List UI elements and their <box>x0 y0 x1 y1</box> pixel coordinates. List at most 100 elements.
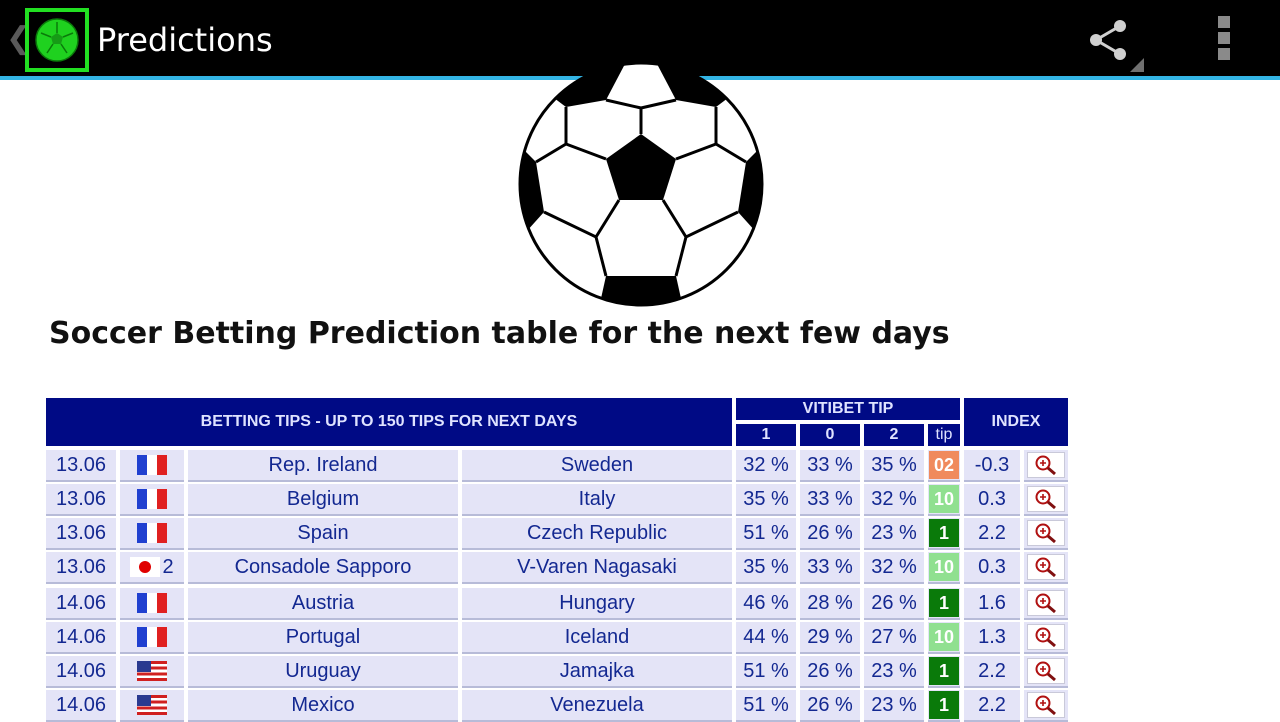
details-cell <box>1024 552 1068 584</box>
app-home-button[interactable] <box>25 8 89 72</box>
country-flag-cell: 2 <box>120 552 184 584</box>
magnifier-icon <box>1035 489 1056 510</box>
away-team: V-Varen Nagasaki <box>462 552 732 584</box>
flag-france-icon <box>137 627 167 647</box>
probability-home: 46 % <box>736 588 796 620</box>
country-flag-cell <box>120 518 184 550</box>
probability-home: 35 % <box>736 484 796 516</box>
probability-away: 23 % <box>864 690 924 722</box>
tip-badge: 1 <box>929 519 959 547</box>
soccer-ball-icon <box>35 18 79 62</box>
home-team: Uruguay <box>188 656 458 688</box>
flag-usa-icon <box>137 695 167 715</box>
home-team: Mexico <box>188 690 458 722</box>
index-value: 2.2 <box>964 656 1020 688</box>
probability-away: 23 % <box>864 518 924 550</box>
details-cell <box>1024 656 1068 688</box>
probability-home: 44 % <box>736 622 796 654</box>
probability-home: 32 % <box>736 450 796 482</box>
magnifier-icon <box>1035 593 1056 614</box>
header-index: INDEX <box>964 398 1068 446</box>
tip-badge: 10 <box>929 623 959 651</box>
tip-badge: 10 <box>929 553 959 581</box>
match-details-button[interactable] <box>1027 624 1065 650</box>
header-betting-tips: BETTING TIPS - UP TO 150 TIPS FOR NEXT D… <box>46 398 732 446</box>
tip-cell: 1 <box>928 588 960 620</box>
page-heading: Soccer Betting Prediction table for the … <box>49 316 950 351</box>
share-button[interactable] <box>1086 16 1146 74</box>
tip-cell: 10 <box>928 484 960 516</box>
details-cell <box>1024 588 1068 620</box>
flag-japan-icon <box>130 557 161 577</box>
probability-away: 26 % <box>864 588 924 620</box>
details-cell <box>1024 518 1068 550</box>
home-team: Austria <box>188 588 458 620</box>
probability-home: 51 % <box>736 690 796 722</box>
tip-cell: 1 <box>928 518 960 550</box>
home-team: Portugal <box>188 622 458 654</box>
index-value: 1.3 <box>964 622 1020 654</box>
probability-home: 51 % <box>736 518 796 550</box>
home-team: Consadole Sapporo <box>188 552 458 584</box>
home-team: Belgium <box>188 484 458 516</box>
overflow-menu-icon[interactable] <box>1216 16 1232 64</box>
index-value: 1.6 <box>964 588 1020 620</box>
header-col-1: 1 <box>736 424 796 446</box>
index-value: -0.3 <box>964 450 1020 482</box>
probability-away: 35 % <box>864 450 924 482</box>
probability-away: 32 % <box>864 552 924 584</box>
probability-draw: 33 % <box>800 450 860 482</box>
magnifier-icon <box>1035 455 1056 476</box>
away-team: Italy <box>462 484 732 516</box>
match-details-button[interactable] <box>1027 590 1065 616</box>
probability-draw: 28 % <box>800 588 860 620</box>
match-details-button[interactable] <box>1027 452 1065 478</box>
match-details-button[interactable] <box>1027 520 1065 546</box>
tip-badge: 1 <box>929 589 959 617</box>
match-date: 13.06 <box>46 484 116 516</box>
away-team: Czech Republic <box>462 518 732 550</box>
flag-france-icon <box>137 489 167 509</box>
soccer-ball-image <box>518 62 764 307</box>
probability-home: 51 % <box>736 656 796 688</box>
probability-away: 32 % <box>864 484 924 516</box>
tip-badge: 02 <box>929 451 959 479</box>
probability-draw: 33 % <box>800 552 860 584</box>
probability-draw: 33 % <box>800 484 860 516</box>
match-date: 14.06 <box>46 656 116 688</box>
header-col-0: 0 <box>800 424 860 446</box>
match-details-button[interactable] <box>1027 658 1065 684</box>
magnifier-icon <box>1035 557 1056 578</box>
match-date: 13.06 <box>46 552 116 584</box>
match-details-button[interactable] <box>1027 486 1065 512</box>
tip-badge: 1 <box>929 657 959 685</box>
flag-usa-icon <box>137 661 167 681</box>
flag-france-icon <box>137 455 167 475</box>
match-date: 14.06 <box>46 622 116 654</box>
match-date: 14.06 <box>46 690 116 722</box>
flag-france-icon <box>137 593 167 613</box>
country-flag-cell <box>120 588 184 620</box>
tip-cell: 02 <box>928 450 960 482</box>
match-details-button[interactable] <box>1027 554 1065 580</box>
probability-away: 23 % <box>864 656 924 688</box>
details-cell <box>1024 450 1068 482</box>
match-details-button[interactable] <box>1027 692 1065 718</box>
away-team: Venezuela <box>462 690 732 722</box>
country-flag-cell <box>120 690 184 722</box>
country-flag-cell <box>120 450 184 482</box>
country-flag-cell <box>120 622 184 654</box>
tip-badge: 10 <box>929 485 959 513</box>
league-level: 2 <box>162 555 174 578</box>
away-team: Hungary <box>462 588 732 620</box>
away-team: Iceland <box>462 622 732 654</box>
magnifier-icon <box>1035 627 1056 648</box>
away-team: Jamajka <box>462 656 732 688</box>
tip-badge: 1 <box>929 691 959 719</box>
away-team: Sweden <box>462 450 732 482</box>
probability-away: 27 % <box>864 622 924 654</box>
probability-draw: 26 % <box>800 518 860 550</box>
index-value: 2.2 <box>964 518 1020 550</box>
home-team: Rep. Ireland <box>188 450 458 482</box>
header-col-2: 2 <box>864 424 924 446</box>
